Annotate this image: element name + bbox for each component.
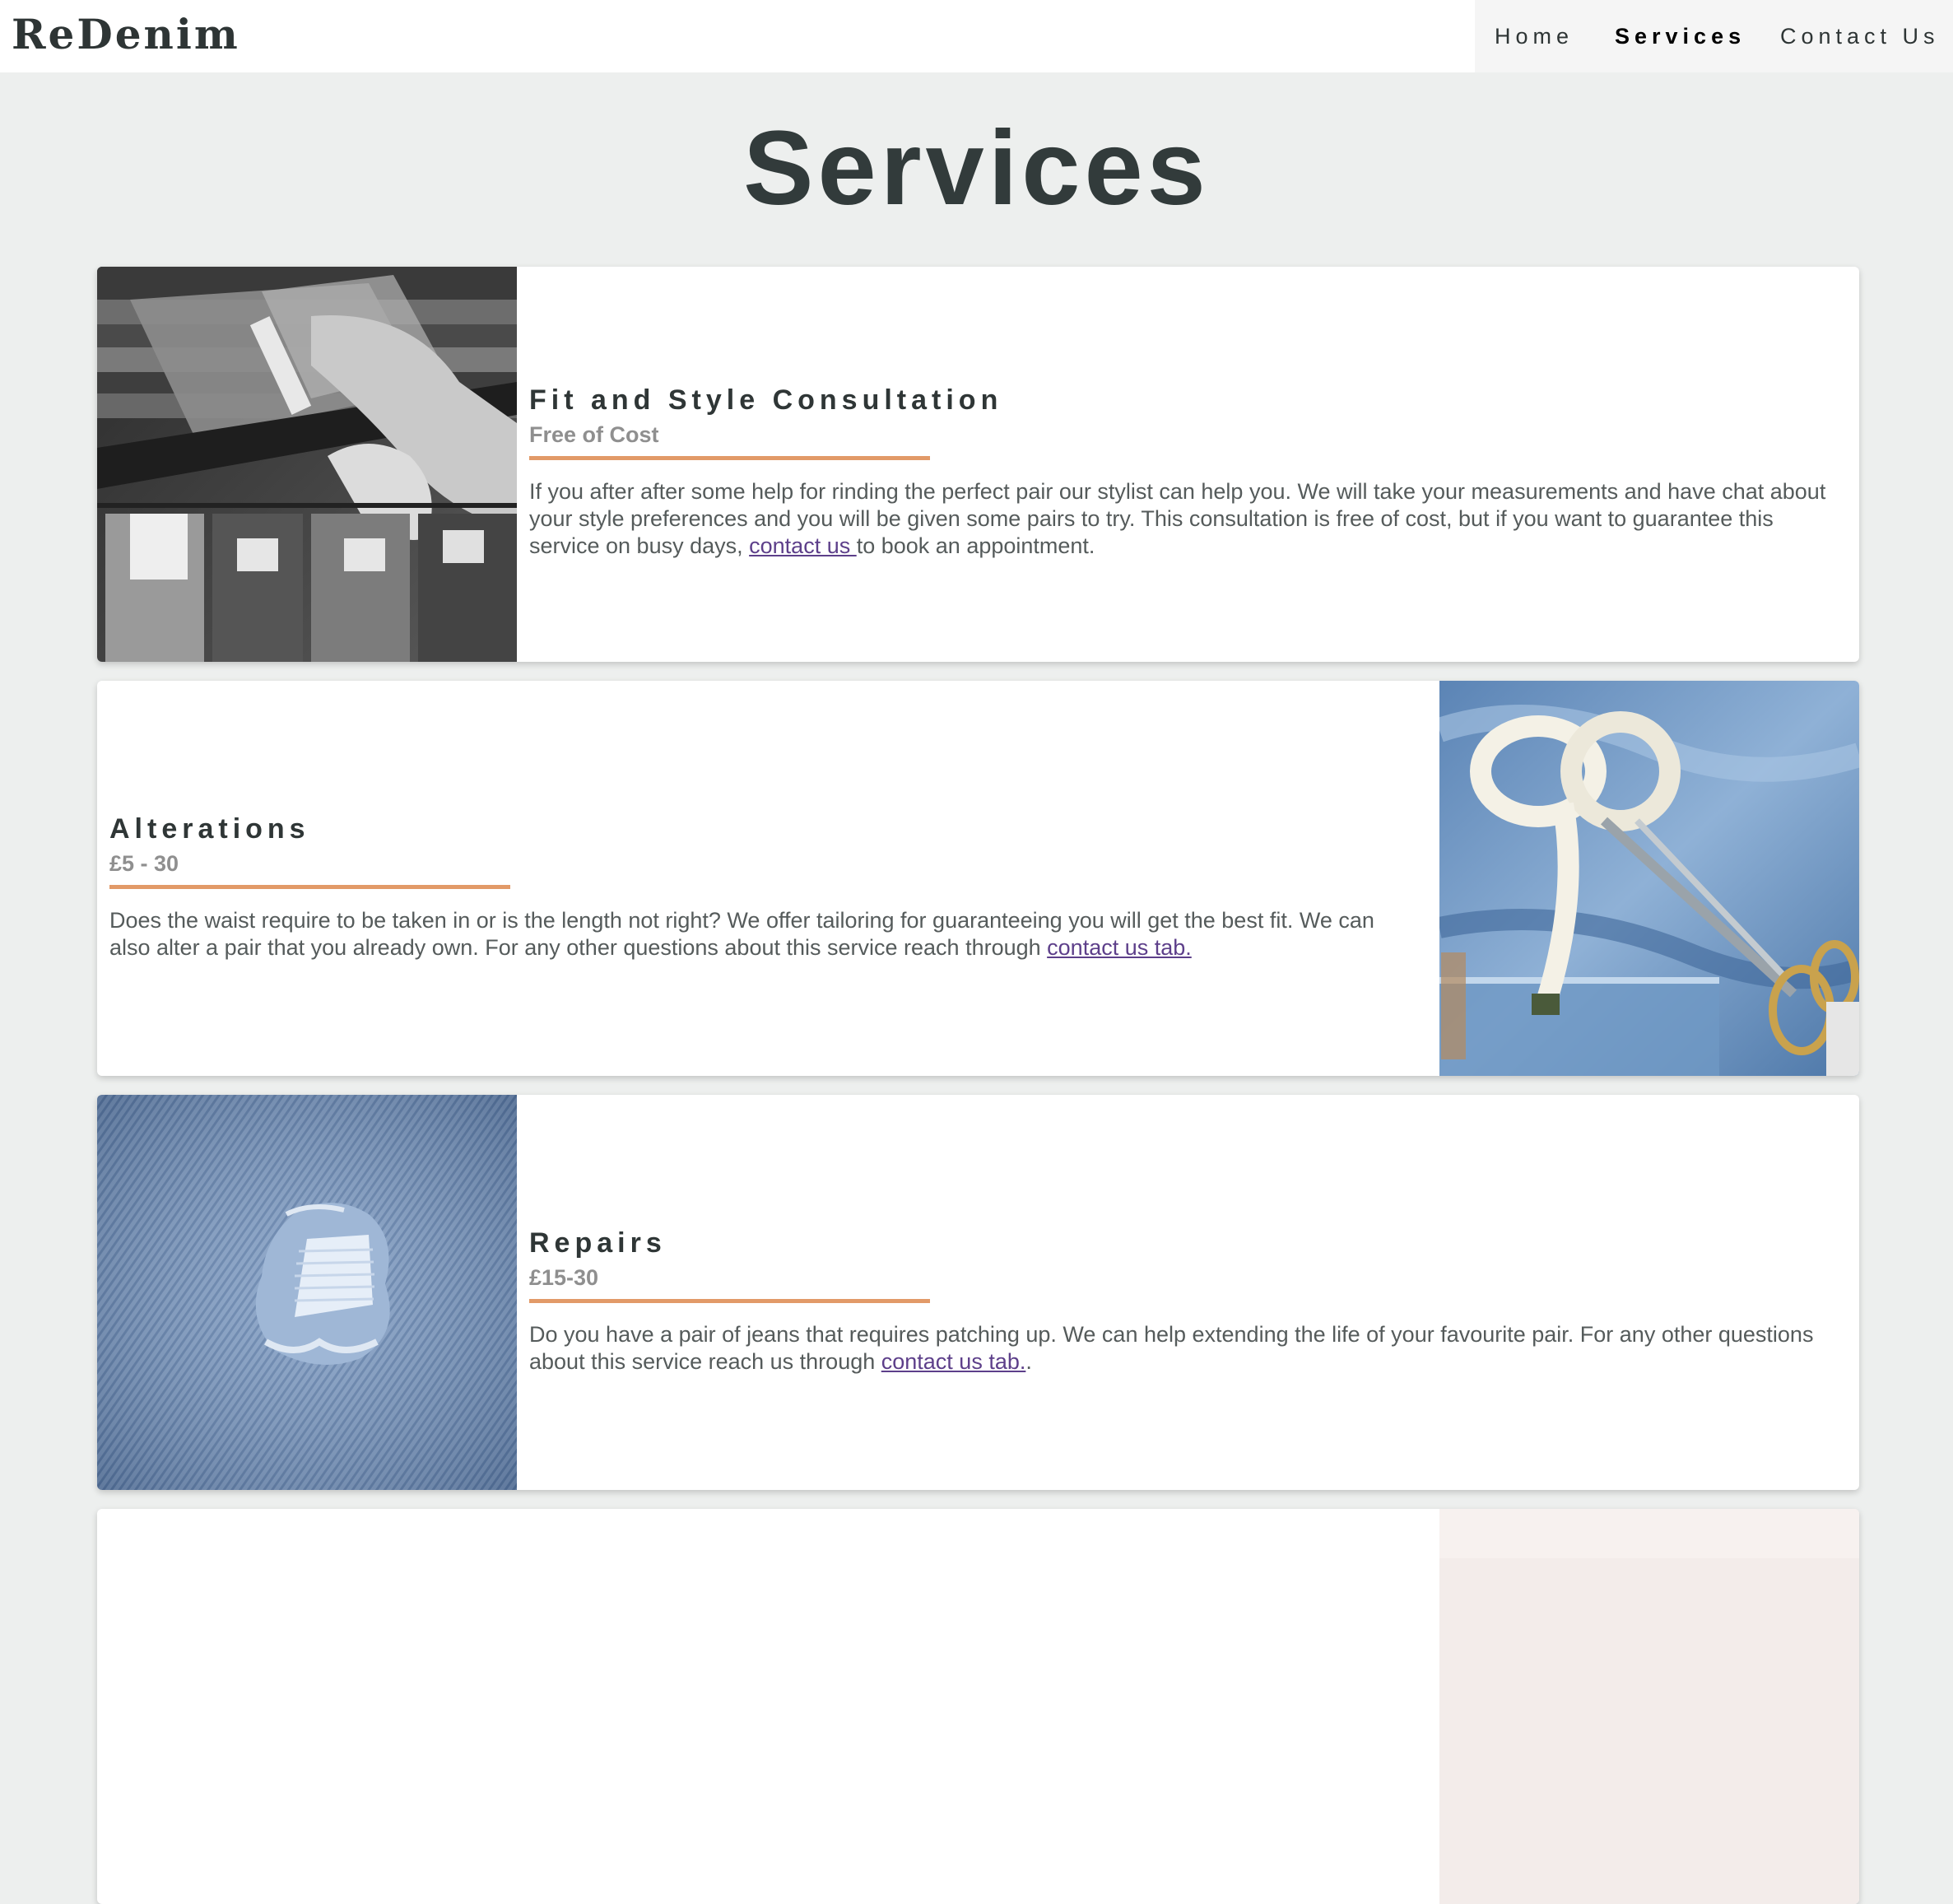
accent-divider [109,885,510,889]
service-text: Alterations £5 - 30 Does the waist requi… [109,811,1411,961]
service-card-partial [97,1509,1859,1904]
brand-logo[interactable]: ReDenim [12,8,240,61]
description-text-end: . [1025,1349,1032,1374]
service-description: Do you have a pair of jeans that require… [529,1321,1843,1376]
service-card-repairs: Repairs £15-30 Do you have a pair of jea… [97,1095,1859,1490]
service-text: Repairs £15-30 Do you have a pair of jea… [529,1225,1843,1376]
service-title: Repairs [529,1227,667,1259]
jeans-on-shelf-photo [97,267,517,662]
description-text-end: to book an appointment. [856,533,1095,558]
description-text: If you after after some help for rinding… [529,479,1826,558]
service-title: Fit and Style Consultation [529,384,1003,416]
service-card-consultation: Fit and Style Consultation Free of Cost … [97,267,1859,662]
service-price: £15-30 [529,1265,599,1290]
tape-measure-scissors-photo [1439,681,1859,1076]
ripped-denim-photo [97,1095,517,1490]
service-title: Alterations [109,813,310,845]
main-nav: Home Services Contact Us [1475,0,1953,72]
contact-us-link[interactable]: contact us tab. [881,1349,1026,1374]
description-text: Do you have a pair of jeans that require… [529,1322,1814,1374]
service-photo [1439,1509,1859,1904]
top-navbar: ReDenim Home Services Contact Us [0,0,1953,72]
service-description: Does the waist require to be taken in or… [109,907,1411,961]
page-title: Services [743,109,1210,227]
contact-us-link[interactable]: contact us tab. [1047,935,1192,960]
service-text: Fit and Style Consultation Free of Cost … [529,382,1843,560]
service-card-alterations: Alterations £5 - 30 Does the waist requi… [97,681,1859,1076]
service-price: Free of Cost [529,422,659,447]
service-price: £5 - 30 [109,851,179,876]
contact-us-link[interactable]: contact us [749,533,857,558]
service-description: If you after after some help for rinding… [529,478,1843,560]
nav-contact-link[interactable]: Contact Us [1780,21,1940,51]
nav-services-link[interactable]: Services [1615,21,1746,51]
nav-home-link[interactable]: Home [1495,21,1574,51]
accent-divider [529,456,930,460]
accent-divider [529,1299,930,1303]
